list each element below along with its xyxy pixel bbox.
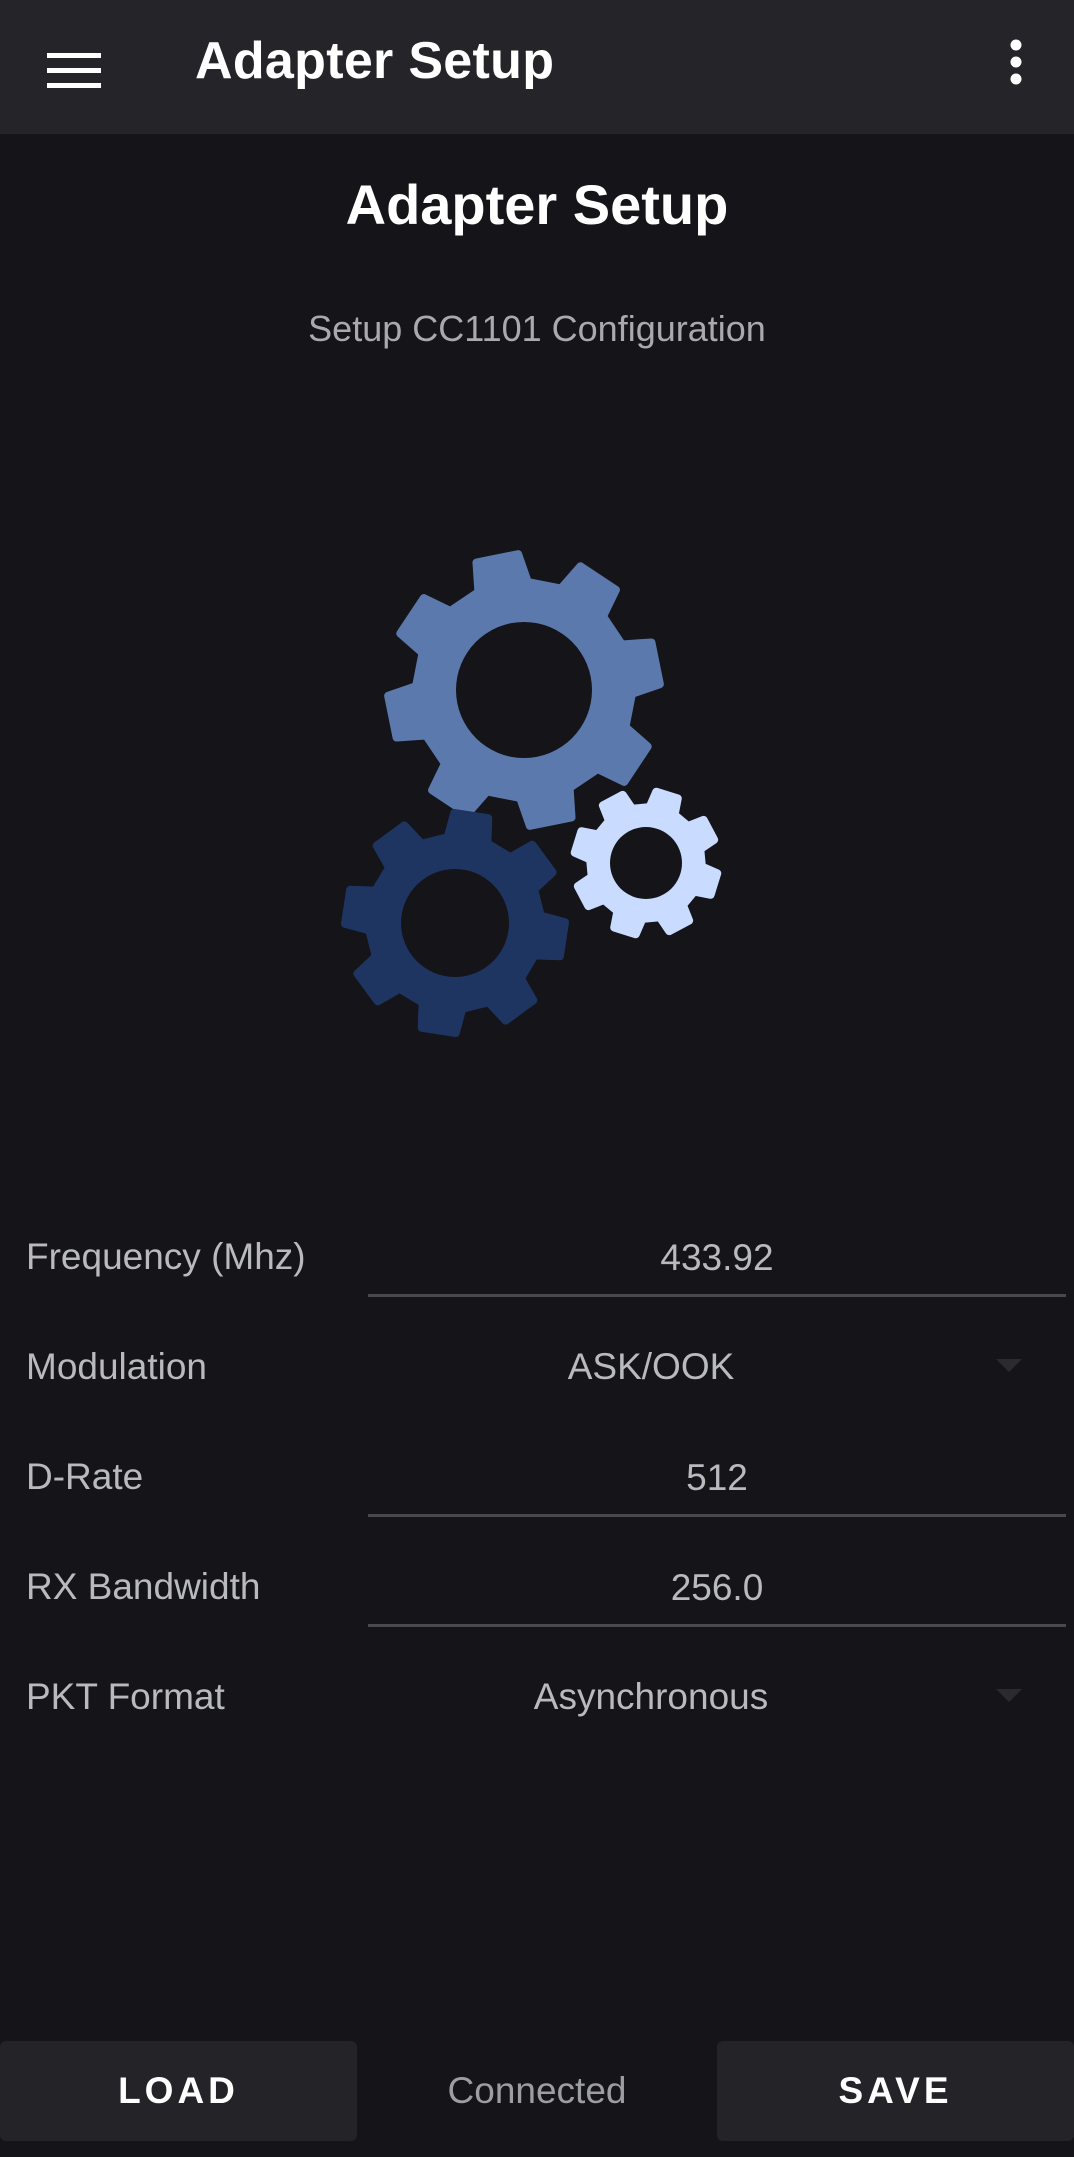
rx-bandwidth-label: RX Bandwidth: [26, 1566, 261, 1607]
page-subtitle: Setup CC1101 Configuration: [308, 308, 766, 349]
page-title: Adapter Setup: [345, 173, 729, 236]
d-rate-input[interactable]: [368, 1442, 1066, 1517]
gears-icon: [341, 550, 722, 1037]
dark-gear-icon: [341, 809, 569, 1037]
frequency-label: Frequency (Mhz): [26, 1236, 306, 1277]
app-bar: Adapter Setup: [0, 0, 1074, 134]
pkt-format-label: PKT Format: [26, 1676, 225, 1717]
small-gear-icon: [570, 787, 722, 939]
more-vert-icon: [1010, 39, 1022, 85]
modulation-dropdown[interactable]: ASK/OOK: [368, 1332, 1066, 1408]
d-rate-label: D-Rate: [26, 1456, 144, 1497]
d-rate-row: D-Rate: [0, 1432, 1074, 1532]
small-gear-hole: [610, 827, 682, 899]
overflow-menu-button[interactable]: [986, 22, 1046, 102]
frequency-input[interactable]: [368, 1222, 1066, 1297]
large-gear-icon: [384, 550, 664, 830]
rx-bandwidth-row: RX Bandwidth: [0, 1542, 1074, 1642]
rx-bandwidth-input[interactable]: [368, 1552, 1066, 1627]
modulation-value: ASK/OOK: [567, 1346, 735, 1387]
frequency-row: Frequency (Mhz): [0, 1212, 1074, 1312]
hamburger-menu-icon: [47, 53, 101, 88]
dropdown-arrow-icon: [996, 1359, 1022, 1372]
modulation-row: Modulation ASK/OOK: [0, 1322, 1074, 1422]
save-button[interactable]: SAVE: [717, 2041, 1074, 2141]
modulation-label: Modulation: [26, 1346, 208, 1387]
pkt-format-row: PKT Format Asynchronous: [0, 1652, 1074, 1752]
connection-status: Connected: [447, 2070, 627, 2111]
dark-gear-hole: [401, 869, 509, 977]
rx-bandwidth-field-wrapper: [368, 1552, 1066, 1628]
menu-button[interactable]: [34, 30, 114, 110]
load-button[interactable]: LOAD: [0, 2041, 357, 2141]
pkt-format-value: Asynchronous: [533, 1676, 769, 1717]
d-rate-field-wrapper: [368, 1442, 1066, 1518]
frequency-field-wrapper: [368, 1222, 1066, 1298]
dropdown-arrow-icon: [996, 1689, 1022, 1702]
pkt-format-dropdown[interactable]: Asynchronous: [368, 1662, 1066, 1738]
app-bar-title: Adapter Setup: [195, 32, 555, 90]
large-gear-hole: [456, 622, 592, 758]
